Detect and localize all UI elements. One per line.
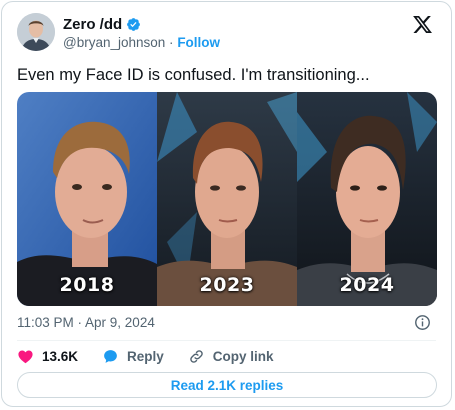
- author-handle-row: @bryan_johnson · Follow: [63, 35, 220, 50]
- photo-panel-2018: 2018: [17, 92, 157, 306]
- tweet-timestamp[interactable]: 11:03 PM · Apr 9, 2024: [17, 315, 155, 330]
- photo-panel-2023: 2023: [157, 92, 297, 306]
- tweet-card: Zero /dd @bryan_johnson · Follow Even my…: [1, 1, 452, 407]
- like-button[interactable]: 13.6K: [17, 348, 78, 365]
- heart-icon: [18, 349, 33, 363]
- photo-panel-2024: 2024: [297, 92, 437, 306]
- year-label-2018: 2018: [59, 274, 115, 296]
- author-name[interactable]: Zero /dd: [63, 16, 122, 33]
- year-label-2024: 2024: [339, 274, 395, 296]
- tweet-media[interactable]: 2018 2023 2024: [17, 92, 437, 306]
- copy-link-label: Copy link: [212, 348, 274, 364]
- info-icon[interactable]: [414, 314, 431, 331]
- reply-label: Reply: [127, 348, 164, 364]
- separator-dot: ·: [169, 35, 174, 50]
- x-logo-icon[interactable]: [412, 14, 433, 35]
- tweet-text: Even my Face ID is confused. I'm transit…: [17, 66, 370, 84]
- author-handle[interactable]: @bryan_johnson: [63, 35, 165, 50]
- action-bar: 13.6K Reply Copy link: [17, 347, 298, 365]
- reply-bubble-icon: [104, 349, 117, 363]
- avatar[interactable]: [17, 13, 55, 51]
- copy-link-button[interactable]: Copy link: [188, 348, 274, 365]
- link-icon: [190, 349, 203, 363]
- verified-badge-icon: [127, 18, 141, 31]
- like-count: 13.6K: [42, 348, 79, 364]
- divider: [17, 340, 436, 341]
- year-label-2023: 2023: [199, 274, 255, 296]
- reply-button[interactable]: Reply: [102, 348, 164, 365]
- author-name-row: Zero /dd: [63, 16, 141, 33]
- read-replies-button[interactable]: Read 2.1K replies: [17, 372, 437, 398]
- follow-link[interactable]: Follow: [177, 35, 220, 50]
